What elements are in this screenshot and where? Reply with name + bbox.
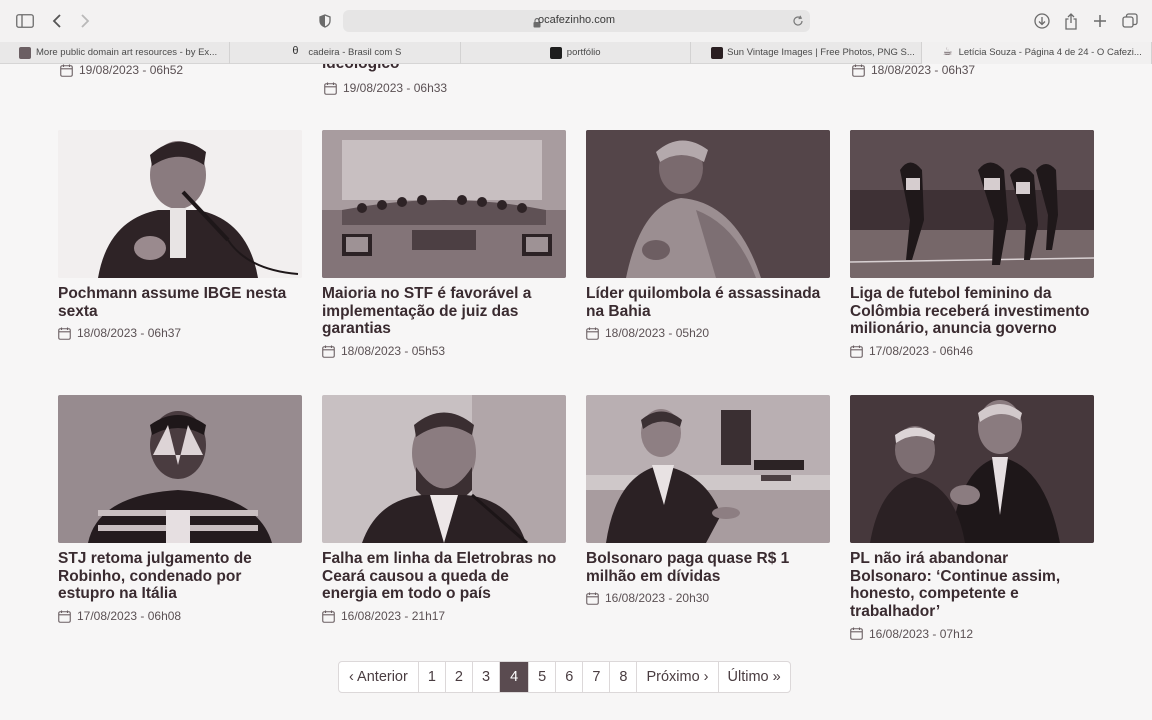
browser-tab[interactable]: More public domain art resources - by Ex…	[0, 42, 231, 64]
article-date: 17/08/2023 - 06h46	[850, 344, 1094, 358]
article-card[interactable]: PL não irá abandonar Bolsonaro: ‘Continu…	[850, 395, 1094, 641]
page-content: 19/08/2023 - 06h52 ideológico 19/08/2023…	[0, 64, 1152, 720]
calendar-icon	[850, 627, 863, 641]
article-title[interactable]: Pochmann assume IBGE nesta sexta	[58, 285, 302, 320]
article-title[interactable]: Maioria no STF é favorável a implementaç…	[322, 285, 566, 338]
url-text: ocafezinho.com	[537, 14, 616, 26]
tab-bar: More public domain art resources - by Ex…	[0, 42, 1152, 64]
back-icon[interactable]	[47, 11, 67, 31]
tab-title: Letícia Souza - Página 4 de 24 - O Cafez…	[958, 47, 1142, 58]
pagination-page-5[interactable]: 5	[529, 662, 557, 692]
pagination-page-4-current[interactable]: 4	[500, 662, 530, 692]
tab-title: Sun Vintage Images | Free Photos, PNG S.…	[727, 47, 915, 58]
article-date: 16/08/2023 - 21h17	[322, 609, 566, 623]
calendar-icon	[322, 345, 335, 358]
article-image[interactable]	[58, 395, 302, 543]
article-card[interactable]: Pochmann assume IBGE nesta sexta 18/08/2…	[58, 130, 302, 340]
pagination-page-8[interactable]: 8	[610, 662, 638, 692]
browser-tab[interactable]: Sun Vintage Images | Free Photos, PNG S.…	[691, 42, 922, 64]
article-date: 19/08/2023 - 06h52	[60, 64, 183, 77]
tab-favicon-icon	[19, 47, 31, 59]
pagination-last[interactable]: Último »	[719, 662, 790, 692]
downloads-icon[interactable]	[1032, 11, 1052, 31]
browser-toolbar: ocafezinho.com	[0, 0, 1152, 42]
tab-title: portfólio	[566, 47, 601, 58]
calendar-icon	[322, 610, 335, 623]
article-card[interactable]: Líder quilombola é assassinada na Bahia …	[586, 130, 830, 340]
pagination-page-1[interactable]: 1	[419, 662, 446, 692]
article-image[interactable]	[322, 395, 566, 543]
tab-favicon-icon	[711, 47, 724, 59]
article-image[interactable]	[586, 395, 830, 543]
browser-tab-active[interactable]: ☕ Letícia Souza - Página 4 de 24 - O Caf…	[921, 42, 1152, 64]
address-bar[interactable]: ocafezinho.com	[343, 10, 810, 32]
privacy-shield-icon[interactable]	[315, 11, 335, 31]
pagination: ‹ Anterior 1 2 3 4 5 6 7 8 Próximo › Últ…	[338, 661, 791, 693]
article-date: 17/08/2023 - 06h08	[58, 609, 302, 623]
article-card[interactable]: Bolsonaro paga quase R$ 1 milhão em dívi…	[586, 395, 830, 605]
browser-tab[interactable]: portfólio	[461, 42, 692, 64]
pagination-previous[interactable]: ‹ Anterior	[339, 662, 419, 692]
tab-title: More public domain art resources - by Ex…	[36, 47, 218, 58]
article-date: 19/08/2023 - 06h33	[324, 81, 447, 95]
forward-icon[interactable]	[75, 11, 95, 31]
article-date: 18/08/2023 - 05h53	[322, 344, 566, 358]
article-image[interactable]	[322, 130, 566, 278]
tab-overview-icon[interactable]	[1120, 11, 1140, 31]
article-title[interactable]: Falha em linha da Eletrobras no Ceará ca…	[322, 550, 566, 603]
pagination-next[interactable]: Próximo ›	[637, 662, 719, 692]
browser-tab[interactable]: θ cadeira - Brasil com S	[230, 42, 461, 64]
cafe-cup-icon: ☕	[942, 46, 953, 58]
pagination-page-6[interactable]: 6	[556, 662, 584, 692]
article-title[interactable]: Bolsonaro paga quase R$ 1 milhão em dívi…	[586, 550, 830, 585]
article-title[interactable]: Liga de futebol feminino da Colômbia rec…	[850, 285, 1094, 338]
article-date: 16/08/2023 - 20h30	[586, 591, 830, 605]
tab-favicon-icon: θ	[292, 45, 299, 57]
article-image[interactable]	[850, 395, 1094, 543]
article-date: 16/08/2023 - 07h12	[850, 627, 1094, 641]
pagination-page-2[interactable]: 2	[446, 662, 473, 692]
share-icon[interactable]	[1061, 11, 1081, 31]
calendar-icon	[58, 327, 71, 340]
pagination-page-3[interactable]: 3	[473, 662, 501, 692]
article-title[interactable]: STJ retoma julgamento de Robinho, conden…	[58, 550, 302, 603]
article-title[interactable]: Líder quilombola é assassinada na Bahia	[586, 285, 830, 320]
article-image[interactable]	[58, 130, 302, 278]
calendar-icon	[586, 327, 599, 340]
article-date: 18/08/2023 - 06h37	[58, 326, 302, 340]
calendar-icon	[852, 64, 865, 77]
pagination-page-7[interactable]: 7	[583, 662, 611, 692]
article-card[interactable]: Liga de futebol feminino da Colômbia rec…	[850, 130, 1094, 358]
new-tab-icon[interactable]	[1090, 11, 1110, 31]
article-card[interactable]: STJ retoma julgamento de Robinho, conden…	[58, 395, 302, 623]
reload-icon[interactable]	[792, 14, 804, 32]
calendar-icon	[58, 610, 71, 623]
article-title[interactable]: PL não irá abandonar Bolsonaro: ‘Continu…	[850, 550, 1094, 621]
calendar-icon	[586, 592, 599, 605]
sidebar-toggle-icon[interactable]	[15, 11, 35, 31]
tab-favicon-icon	[549, 47, 562, 59]
article-card[interactable]: Maioria no STF é favorável a implementaç…	[322, 130, 566, 358]
calendar-icon	[324, 82, 337, 95]
article-date: 18/08/2023 - 06h37	[852, 64, 975, 77]
article-date: 18/08/2023 - 05h20	[586, 326, 830, 340]
tab-title: cadeira - Brasil com S	[308, 47, 402, 58]
article-card[interactable]: Falha em linha da Eletrobras no Ceará ca…	[322, 395, 566, 623]
calendar-icon	[60, 64, 73, 77]
article-image[interactable]	[850, 130, 1094, 278]
calendar-icon	[850, 345, 863, 358]
article-title[interactable]: ideológico	[322, 64, 400, 73]
article-image[interactable]	[586, 130, 830, 278]
